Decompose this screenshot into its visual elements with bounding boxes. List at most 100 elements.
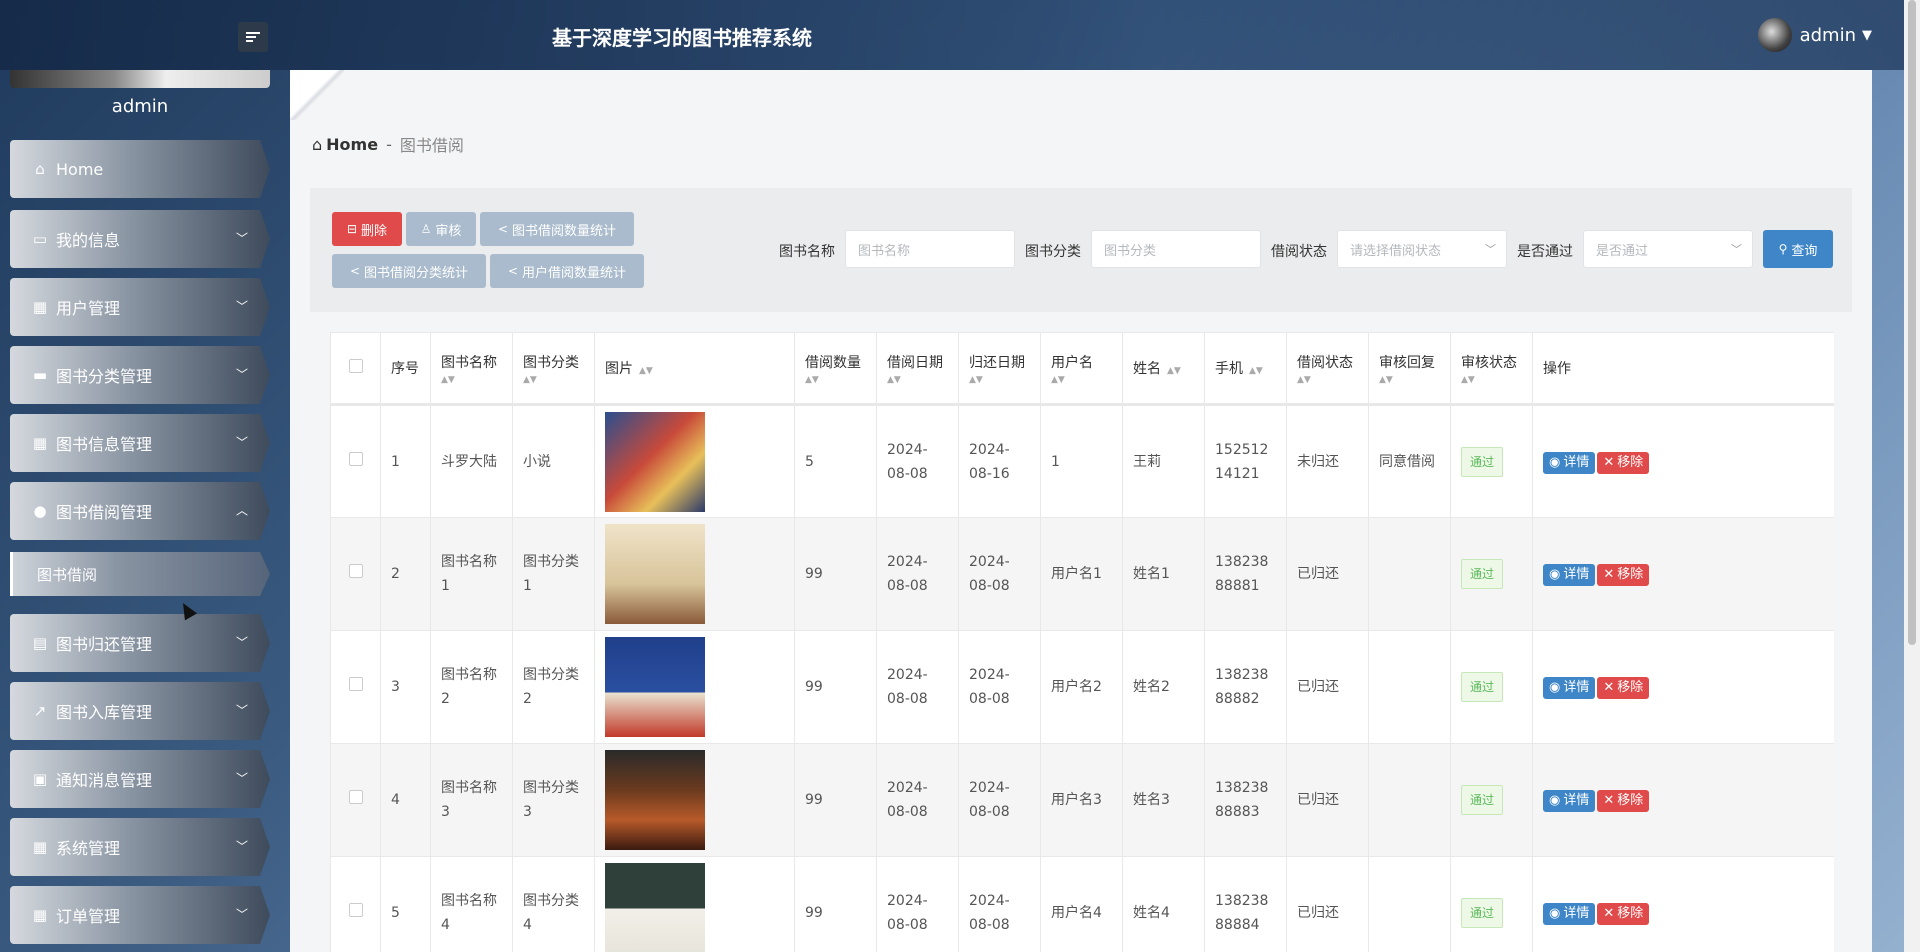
column-header[interactable]: 手机 ▲▼ bbox=[1204, 332, 1287, 406]
column-header[interactable]: 图书分类 ▲▼ bbox=[512, 332, 595, 406]
sidebar-item-home[interactable]: ⌂ Home bbox=[10, 140, 270, 198]
sidebar-item-book-category[interactable]: ▬ 图书分类管理 ﹀ bbox=[10, 346, 270, 404]
remove-button[interactable]: ✕ 移除 bbox=[1597, 903, 1650, 925]
cell-audit-status: 通过 bbox=[1450, 630, 1533, 744]
cell-book-name: 图书名称4 bbox=[430, 856, 513, 952]
select-all-checkbox[interactable] bbox=[330, 332, 381, 406]
pass-select[interactable]: 是否通过 ﹀ bbox=[1583, 230, 1753, 268]
remove-button-label: 移除 bbox=[1617, 906, 1644, 921]
row-checkbox[interactable] bbox=[330, 517, 381, 631]
delete-button[interactable]: ⊟ 删除 bbox=[332, 212, 402, 246]
column-header[interactable]: 归还日期 ▲▼ bbox=[958, 332, 1041, 406]
audit-button[interactable]: ♙ 审核 bbox=[406, 212, 476, 246]
sidebar-subitem-label: 图书借阅 bbox=[37, 565, 98, 584]
book-name-label: 图书名称 bbox=[779, 244, 835, 260]
remove-button[interactable]: ✕ 移除 bbox=[1597, 677, 1650, 699]
detail-button[interactable]: ◉ 详情 bbox=[1543, 790, 1596, 812]
sidebar-item-orders[interactable]: ▦ 订单管理 ﹀ bbox=[10, 886, 270, 944]
user-menu[interactable]: admin ▼ bbox=[1757, 18, 1872, 52]
remove-button[interactable]: ✕ 移除 bbox=[1597, 451, 1650, 474]
book-cover-image[interactable] bbox=[605, 863, 705, 952]
chart-icon: ↗ bbox=[33, 702, 47, 720]
column-header[interactable]: 用户名 ▲▼ bbox=[1040, 332, 1123, 406]
cell-reply bbox=[1368, 630, 1451, 744]
column-header: 序号 bbox=[380, 332, 431, 406]
detail-button[interactable]: ◉ 详情 bbox=[1543, 564, 1596, 586]
sidebar-subitem-book-borrow[interactable]: 图书借阅 bbox=[10, 552, 270, 596]
book-cover-image[interactable] bbox=[605, 637, 705, 737]
user-icon: ♙ bbox=[420, 222, 432, 236]
column-header[interactable]: 借阅数量 ▲▼ bbox=[794, 332, 877, 406]
system-title: 基于深度学习的图书推荐系统 bbox=[552, 26, 812, 50]
book-cover-image[interactable] bbox=[605, 524, 705, 624]
sidebar-item-label: 图书借阅管理 bbox=[56, 503, 153, 522]
briefcase-icon: ▬ bbox=[32, 366, 48, 384]
row-checkbox[interactable] bbox=[330, 404, 381, 518]
remove-button-label: 移除 bbox=[1617, 454, 1644, 470]
grid-icon: ▦ bbox=[32, 298, 48, 316]
detail-button[interactable]: ◉ 详情 bbox=[1543, 677, 1596, 699]
detail-button-label: 详情 bbox=[1563, 680, 1590, 695]
column-header[interactable]: 审核状态 ▲▼ bbox=[1450, 332, 1533, 406]
sidebar-item-notices[interactable]: ▣ 通知消息管理 ﹀ bbox=[10, 750, 270, 808]
cell-qty: 99 bbox=[794, 630, 877, 744]
detail-button[interactable]: ◉ 详情 bbox=[1543, 451, 1596, 474]
cell-return-date: 2024-08-16 bbox=[958, 404, 1041, 518]
detail-button-label: 详情 bbox=[1563, 793, 1590, 808]
column-header[interactable]: 借阅状态 ▲▼ bbox=[1286, 332, 1369, 406]
breadcrumb-home[interactable]: Home bbox=[326, 135, 378, 154]
remove-button[interactable]: ✕ 移除 bbox=[1597, 564, 1650, 586]
cell-category: 图书分类4 bbox=[512, 856, 595, 952]
book-category-input[interactable]: 图书分类 bbox=[1091, 230, 1261, 268]
breadcrumb-separator: - bbox=[386, 134, 392, 154]
cell-username: 用户名4 bbox=[1040, 856, 1123, 952]
column-header[interactable]: 审核回复 ▲▼ bbox=[1368, 332, 1451, 406]
cell-borrow-date: 2024-08-08 bbox=[876, 743, 959, 857]
sidebar-item-book-stock[interactable]: ↗ 图书入库管理 ﹀ bbox=[10, 682, 270, 740]
sidebar-item-book-borrow[interactable]: ● 图书借阅管理 ︿ bbox=[10, 482, 270, 540]
search-button[interactable]: ⚲ 查询 bbox=[1763, 230, 1833, 268]
chevron-down-icon: ﹀ bbox=[235, 367, 248, 382]
borrow-count-stat-button[interactable]: < 图书借阅数量统计 bbox=[480, 212, 634, 246]
sort-icon: ▲▼ bbox=[1051, 374, 1065, 385]
column-header[interactable]: 借阅日期 ▲▼ bbox=[876, 332, 959, 406]
detail-button[interactable]: ◉ 详情 bbox=[1543, 903, 1596, 925]
column-header[interactable]: 图书名称 ▲▼ bbox=[430, 332, 513, 406]
sidebar: admin ⌂ Home ▭ 我的信息 ﹀ ▦ 用户管理 ﹀ ▬ 图书分类管理 … bbox=[0, 70, 280, 952]
column-header[interactable]: 姓名 ▲▼ bbox=[1122, 332, 1205, 406]
sidebar-item-system[interactable]: ▦ 系统管理 ﹀ bbox=[10, 818, 270, 876]
remove-button[interactable]: ✕ 移除 bbox=[1597, 790, 1650, 812]
borrow-count-stat-label: 图书借阅数量统计 bbox=[512, 223, 617, 239]
row-checkbox[interactable] bbox=[330, 743, 381, 857]
user-borrow-stat-button[interactable]: < 用户借阅数量统计 bbox=[490, 254, 644, 288]
page-scrollbar[interactable] bbox=[1904, 0, 1920, 952]
sidebar-item-book-info[interactable]: ▦ 图书信息管理 ﹀ bbox=[10, 414, 270, 472]
book-cover-image[interactable] bbox=[605, 750, 705, 850]
cell-category: 小说 bbox=[512, 404, 595, 518]
sidebar-item-label: 我的信息 bbox=[56, 231, 121, 250]
home-icon: ⌂ bbox=[35, 160, 45, 178]
menu-toggle-button[interactable] bbox=[238, 22, 268, 52]
borrow-category-stat-button[interactable]: < 图书借阅分类统计 bbox=[332, 254, 486, 288]
sidebar-item-my-info[interactable]: ▭ 我的信息 ﹀ bbox=[10, 210, 270, 268]
scrollbar-thumb[interactable] bbox=[1908, 0, 1916, 645]
book-name-input[interactable]: 图书名称 bbox=[845, 230, 1015, 268]
cell-realname: 姓名3 bbox=[1122, 743, 1205, 857]
borrow-status-select[interactable]: 请选择借阅状态 ﹀ bbox=[1337, 230, 1507, 268]
sidebar-item-users[interactable]: ▦ 用户管理 ﹀ bbox=[10, 278, 270, 336]
cell-reply bbox=[1368, 743, 1451, 857]
column-header[interactable]: 图片 ▲▼ bbox=[594, 332, 795, 406]
book-cover-image[interactable] bbox=[605, 411, 705, 512]
row-checkbox[interactable] bbox=[330, 630, 381, 744]
sidebar-avatar-image bbox=[10, 70, 270, 88]
cell-phone: 13823888883 bbox=[1204, 743, 1287, 857]
row-checkbox[interactable] bbox=[330, 856, 381, 952]
borrow-status-label: 借阅状态 bbox=[1271, 244, 1327, 260]
cell-phone: 13823888884 bbox=[1204, 856, 1287, 952]
cell-phone: 15251214121 bbox=[1204, 404, 1287, 518]
sidebar-item-label: 订单管理 bbox=[56, 907, 121, 926]
chevron-down-icon: ﹀ bbox=[1485, 243, 1496, 256]
cell-borrow-status: 已归还 bbox=[1286, 856, 1369, 952]
sidebar-item-book-return[interactable]: ▤ 图书归还管理 ﹀ bbox=[10, 614, 270, 672]
borrow-category-stat-label: 图书借阅分类统计 bbox=[364, 265, 469, 281]
